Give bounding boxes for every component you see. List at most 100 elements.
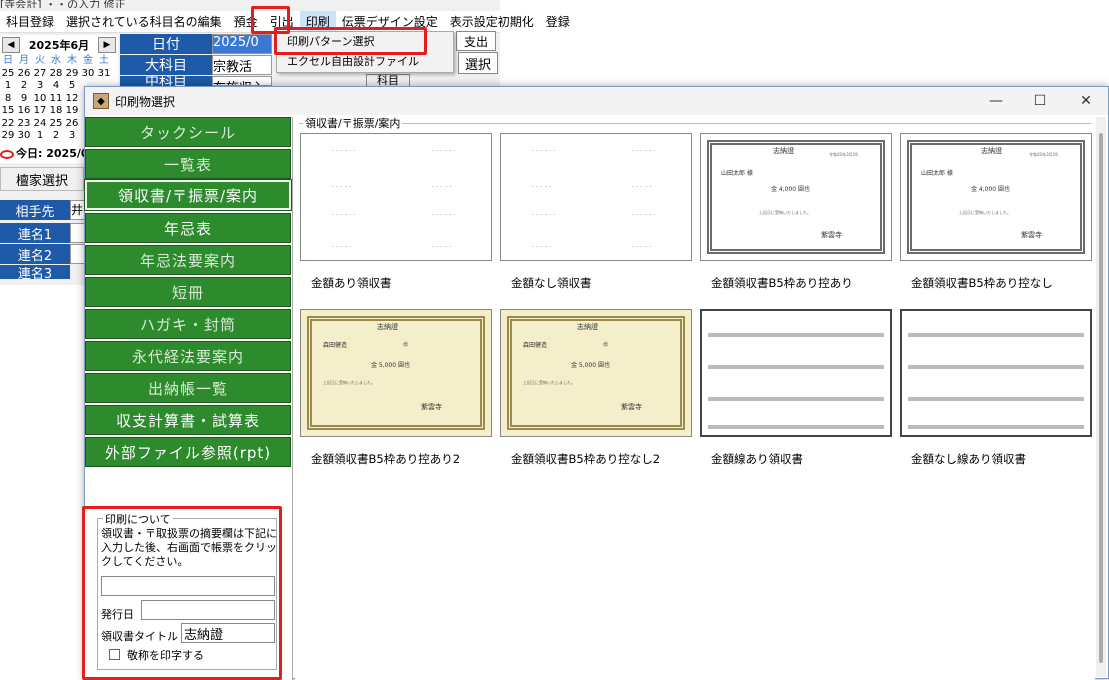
calendar-day[interactable]: 27 bbox=[32, 68, 48, 81]
preview-note: 上記正に受納いたしました。 bbox=[323, 380, 375, 385]
preview-date: 令和20年3月19 bbox=[829, 152, 858, 157]
calendar-day[interactable]: 26 bbox=[16, 68, 32, 81]
calendar-day[interactable]: 15 bbox=[0, 105, 16, 118]
category-hagaki[interactable]: ハガキ・封筒 bbox=[85, 309, 291, 339]
template-card-7[interactable] bbox=[700, 309, 892, 437]
template-card-5[interactable]: 志納證 森田健造 様 金 5,000 圓也 上記正に受納いたしました。 紫雲寺 bbox=[300, 309, 492, 437]
template-card-2[interactable]: ・・・ ・・・ ・・・ ・・・ ・・・ ・・ ・・・ ・・ ・・・ ・・・ ・・… bbox=[500, 133, 692, 261]
vertical-scrollbar[interactable] bbox=[1096, 117, 1106, 677]
menu-print[interactable]: 印刷 bbox=[299, 10, 336, 33]
calendar-day[interactable]: 18 bbox=[48, 105, 64, 118]
minimize-icon[interactable]: — bbox=[973, 87, 1019, 115]
maximize-icon[interactable]: ☐ bbox=[1017, 87, 1063, 115]
calendar-day[interactable]: 2 bbox=[48, 130, 64, 143]
menu-excel-free-design[interactable]: エクセル自由設計ファイル bbox=[277, 52, 453, 72]
scrollbar-thumb[interactable] bbox=[1099, 133, 1103, 663]
template-label-8[interactable]: 金額なし線あり領収書 bbox=[911, 451, 1026, 467]
category-tack-seal[interactable]: タックシール bbox=[85, 117, 291, 147]
shishutsu-tab[interactable]: 支出 bbox=[456, 31, 496, 51]
calendar-day[interactable]: 22 bbox=[0, 118, 16, 131]
template-label-3[interactable]: 金額領収書B5枠あり控あり bbox=[711, 275, 853, 291]
calendar-day[interactable]: 1 bbox=[32, 130, 48, 143]
weekday: 木 bbox=[67, 55, 77, 66]
calendar-day[interactable]: 2 bbox=[16, 80, 32, 93]
menu-yokin[interactable]: 預金 bbox=[228, 11, 264, 33]
calendar-day[interactable]: 25 bbox=[0, 68, 16, 81]
menu-hikidashi[interactable]: 引出 bbox=[264, 11, 300, 33]
calendar-day[interactable]: 25 bbox=[48, 118, 64, 131]
tekiyo-input[interactable] bbox=[101, 576, 275, 596]
menu-kamoku-toroku[interactable]: 科目登録 bbox=[0, 11, 60, 33]
calendar-day[interactable]: 29 bbox=[0, 130, 16, 143]
honorific-checkbox[interactable] bbox=[109, 649, 120, 660]
category-shushi[interactable]: 収支計算書・試算表 bbox=[85, 405, 291, 435]
calendar-day[interactable]: 29 bbox=[64, 68, 80, 81]
calendar-prev-icon[interactable]: ◀ bbox=[2, 37, 20, 53]
close-icon[interactable]: ✕ bbox=[1063, 87, 1109, 115]
weekday: 土 bbox=[99, 55, 109, 66]
preview-note: 上記正に受納いたしました。 bbox=[959, 210, 1011, 215]
calendar-day[interactable]: 4 bbox=[48, 80, 64, 93]
calendar-today[interactable]: 今日: 2025/0 bbox=[0, 145, 89, 161]
template-label-2[interactable]: 金額なし領収書 bbox=[511, 275, 592, 291]
receipt-title-input[interactable]: 志納證 bbox=[181, 623, 275, 643]
template-label-5[interactable]: 金額領収書B5枠あり控あり2 bbox=[311, 451, 460, 467]
template-card-6[interactable]: 志納證 森田健造 様 金 5,000 圓也 上記正に受納いたしました。 紫雲寺 bbox=[500, 309, 692, 437]
calendar-day[interactable]: 28 bbox=[48, 68, 64, 81]
calendar-day[interactable]: 8 bbox=[0, 93, 16, 106]
date-input[interactable]: 2025/0 bbox=[212, 34, 272, 54]
group-legend: 領収書/〒振票/案内 bbox=[303, 115, 403, 131]
issue-date-input[interactable] bbox=[141, 600, 275, 620]
menu-denpyo-design[interactable]: 伝票デザイン設定 bbox=[336, 11, 444, 33]
preview-name: 森田健造 bbox=[323, 342, 348, 349]
template-card-3[interactable]: 志納證 山田太郎 様 令和20年3月19 金 4,000 圓也 上記正に受納いた… bbox=[700, 133, 892, 261]
calendar-day[interactable]: 30 bbox=[80, 68, 96, 81]
category-receipt[interactable]: 領収書/〒振票/案内 bbox=[84, 179, 292, 211]
calendar-day[interactable]: 30 bbox=[16, 130, 32, 143]
decorative-frame bbox=[307, 316, 485, 430]
calendar-month: 2025年6月 bbox=[28, 39, 90, 52]
calendar-day[interactable]: 23 bbox=[16, 118, 32, 131]
weekday: 火 bbox=[35, 55, 45, 66]
template-card-4[interactable]: 志納證 山田太郎 様 令和20年3月19 金 4,000 圓也 上記正に受納いた… bbox=[900, 133, 1092, 261]
category-ichiran[interactable]: 一覧表 bbox=[85, 149, 291, 179]
category-eitaikyo[interactable]: 永代経法要案内 bbox=[85, 341, 291, 371]
calendar-day[interactable]: 1 bbox=[0, 80, 16, 93]
calendar-next-icon[interactable]: ▶ bbox=[98, 37, 116, 53]
calendar-day[interactable]: 3 bbox=[32, 80, 48, 93]
template-label-4[interactable]: 金額領収書B5枠あり控なし bbox=[911, 275, 1053, 291]
category-tanzaku[interactable]: 短冊 bbox=[85, 277, 291, 307]
danka-select-button[interactable]: 檀家選択 bbox=[0, 167, 84, 191]
template-label-1[interactable]: 金額あり領収書 bbox=[311, 275, 392, 291]
chukamoku-input[interactable]: 布施収入 bbox=[212, 76, 272, 86]
calendar-day[interactable]: 5 bbox=[64, 80, 80, 93]
calendar-week: 25 26 27 28 29 30 31 bbox=[0, 68, 118, 81]
template-card-1[interactable]: ・・・ ・・・ ・・・ ・・・ ・・・ ・・ ・・・ ・・ ・・・ ・・・ ・・… bbox=[300, 133, 492, 261]
category-suito[interactable]: 出納帳一覧 bbox=[85, 373, 291, 403]
calendar-day[interactable]: 19 bbox=[64, 105, 80, 118]
calendar-day[interactable]: 26 bbox=[64, 118, 80, 131]
calendar-day[interactable]: 9 bbox=[16, 93, 32, 106]
calendar-day[interactable]: 16 bbox=[16, 105, 32, 118]
calendar-day[interactable]: 24 bbox=[32, 118, 48, 131]
preview-temple: 紫雲寺 bbox=[1021, 231, 1042, 239]
menu-edit-selected-kamoku[interactable]: 選択されている科目名の編集 bbox=[60, 11, 228, 33]
calendar-day[interactable]: 10 bbox=[32, 93, 48, 106]
calendar-day[interactable]: 17 bbox=[32, 105, 48, 118]
category-external-rpt[interactable]: 外部ファイル参照(rpt) bbox=[85, 437, 291, 467]
daikamoku-input[interactable]: 宗教活 bbox=[212, 55, 272, 75]
menu-register[interactable]: 登録 bbox=[540, 11, 576, 33]
menu-reset-display[interactable]: 表示設定初期化 bbox=[444, 11, 540, 33]
sentaku-button[interactable]: 選択 bbox=[458, 52, 498, 74]
template-label-7[interactable]: 金額線あり領収書 bbox=[711, 451, 803, 467]
category-nenki-hyo[interactable]: 年忌表 bbox=[85, 213, 291, 243]
calendar-day[interactable]: 12 bbox=[64, 93, 80, 106]
template-label-6[interactable]: 金額領収書B5枠あり控なし2 bbox=[511, 451, 660, 467]
category-nenki-annai[interactable]: 年忌法要案内 bbox=[85, 245, 291, 275]
calendar-day[interactable]: 31 bbox=[96, 68, 112, 81]
menu-print-pattern-select[interactable]: 印刷パターン選択 bbox=[277, 32, 453, 52]
calendar-day[interactable]: 11 bbox=[48, 93, 64, 106]
calendar-day[interactable]: 3 bbox=[64, 130, 80, 143]
category-sidebar: タックシール 一覧表 領収書/〒振票/案内 年忌表 年忌法要案内 短冊 ハガキ・… bbox=[84, 117, 293, 680]
template-card-8[interactable] bbox=[900, 309, 1092, 437]
